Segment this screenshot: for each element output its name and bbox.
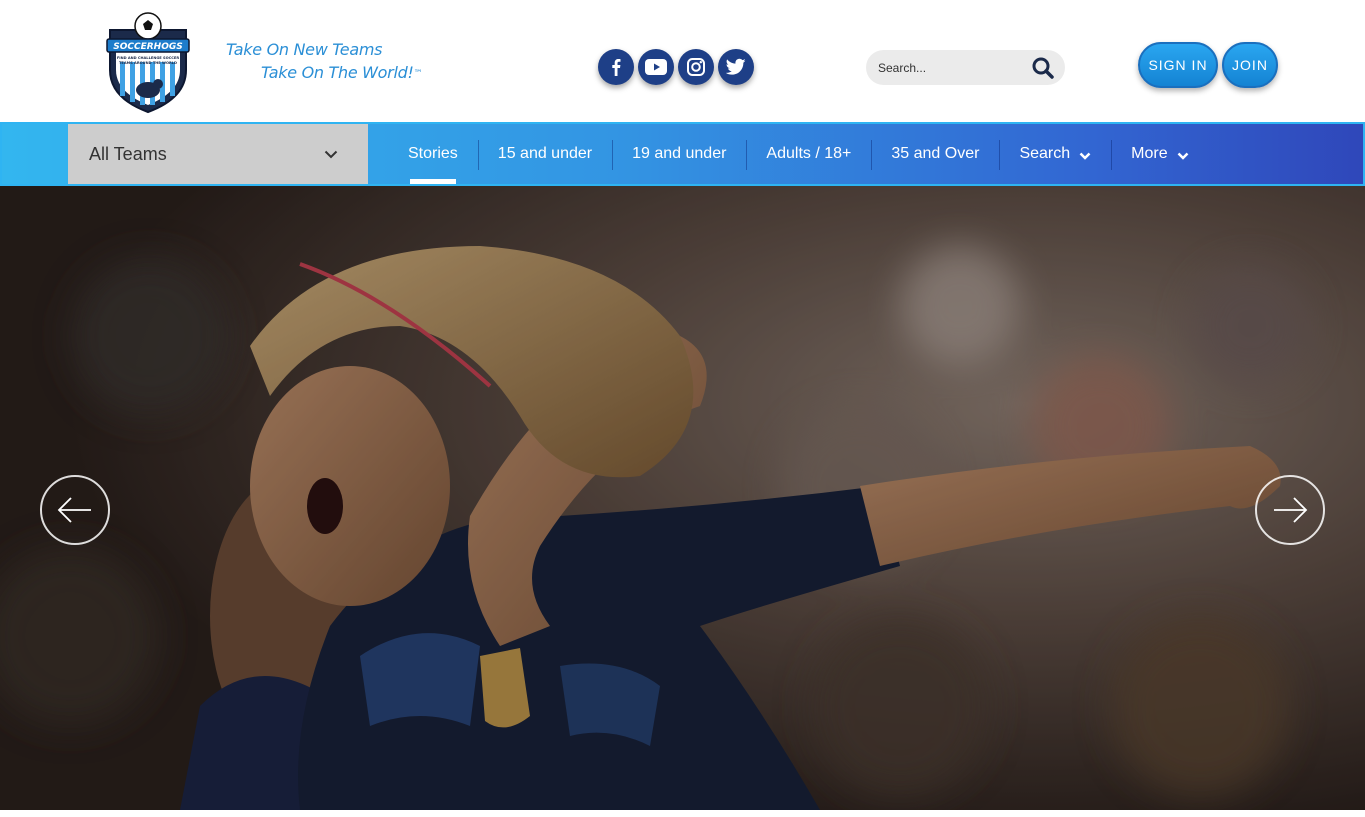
svg-text:FIND AND CHALLENGE SOCCER: FIND AND CHALLENGE SOCCER <box>117 56 180 60</box>
arrow-right-icon <box>1274 497 1308 523</box>
search-button[interactable] <box>1031 57 1055 79</box>
hero-image <box>0 186 1365 810</box>
nav-item-label: Adults / 18+ <box>766 145 852 162</box>
header-search <box>866 50 1065 85</box>
arrow-left-icon <box>57 497 91 523</box>
team-select-value: All Teams <box>89 144 167 164</box>
tagline-line1: Take On New Teams <box>226 40 383 59</box>
youtube-icon <box>645 59 667 75</box>
twitter-link[interactable] <box>718 49 754 85</box>
nav-item-more[interactable]: More <box>1111 124 1208 184</box>
search-input[interactable] <box>878 59 1018 77</box>
nav-item-35-and-over[interactable]: 35 and Over <box>871 124 999 184</box>
search-icon <box>1032 57 1054 79</box>
social-links <box>598 49 754 85</box>
hero-slider <box>0 186 1365 810</box>
trademark-symbol: ™ <box>413 69 423 79</box>
nav-item-stories[interactable]: Stories <box>388 124 478 184</box>
facebook-link[interactable] <box>598 49 634 85</box>
chevron-down-icon <box>1079 152 1091 160</box>
chevron-down-icon <box>324 150 338 159</box>
tagline-line2: Take On The World!™ <box>226 61 423 84</box>
nav-item-label: Stories <box>408 145 458 162</box>
chevron-down-icon <box>1177 152 1188 160</box>
instagram-icon <box>687 58 705 76</box>
nav-item-19-and-under[interactable]: 19 and under <box>612 124 746 184</box>
nav-item-label: 35 and Over <box>891 145 980 162</box>
twitter-icon <box>726 58 746 75</box>
sign-in-button[interactable]: SIGN IN <box>1138 42 1218 88</box>
nav-item-label: 15 and under <box>497 145 593 162</box>
main-nav: All Teams Stories 15 and under 19 and un… <box>0 122 1365 186</box>
svg-text:TEAMS AROUND THE WORLD: TEAMS AROUND THE WORLD <box>119 61 177 65</box>
slider-next-button[interactable] <box>1255 475 1325 545</box>
nav-item-adults[interactable]: Adults / 18+ <box>746 124 871 184</box>
nav-item-label: Search <box>1019 145 1071 162</box>
site-header: SOCCERHOGS FIND AND CHALLENGE SOCCER TEA… <box>0 0 1365 122</box>
slider-prev-button[interactable] <box>40 475 110 545</box>
page-bottom <box>0 810 1365 817</box>
tagline-line2-text: Take On The World! <box>261 63 414 82</box>
nav-menu: Stories 15 and under 19 and under Adults… <box>388 124 1209 184</box>
soccerhogs-logo[interactable]: SOCCERHOGS FIND AND CHALLENGE SOCCER TEA… <box>104 12 192 114</box>
nav-item-search[interactable]: Search <box>999 124 1111 184</box>
instagram-link[interactable] <box>678 49 714 85</box>
nav-item-label: More <box>1131 145 1168 162</box>
facebook-icon <box>612 59 621 76</box>
svg-text:SOCCERHOGS: SOCCERHOGS <box>113 42 182 52</box>
youtube-link[interactable] <box>638 49 674 85</box>
nav-item-15-and-under[interactable]: 15 and under <box>477 124 612 184</box>
tagline: Take On New Teams Take On The World!™ <box>226 38 423 84</box>
join-button[interactable]: JOIN <box>1222 42 1278 88</box>
nav-item-label: 19 and under <box>632 145 727 162</box>
team-select-dropdown[interactable]: All Teams <box>68 124 368 184</box>
